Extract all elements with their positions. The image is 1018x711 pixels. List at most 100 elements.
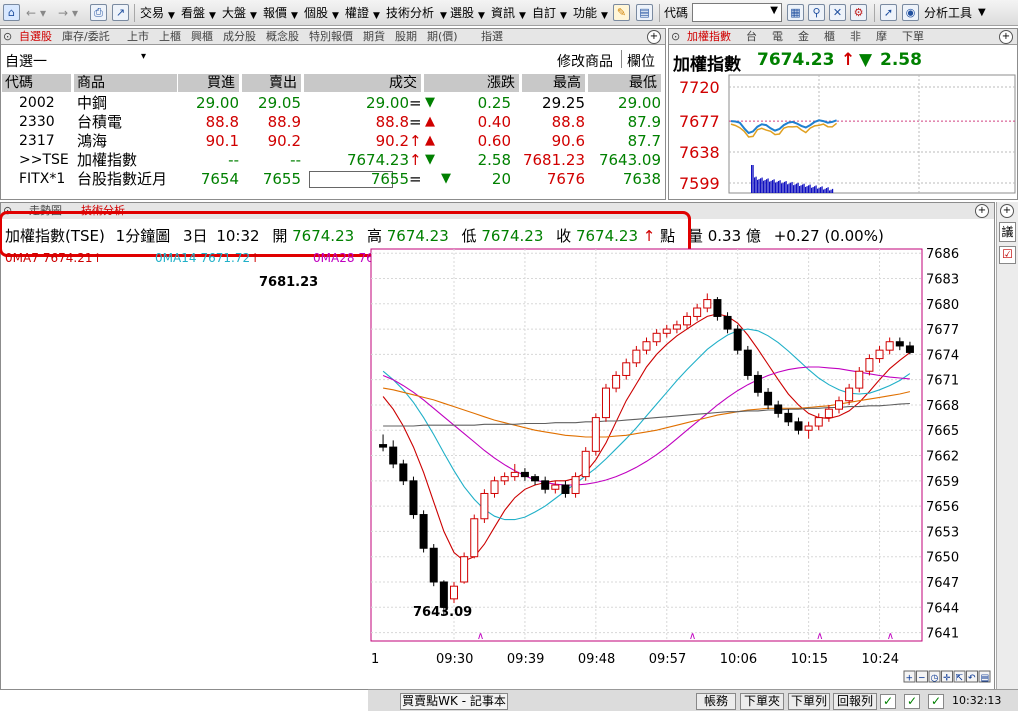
notepad-icon[interactable]: ▤ [636, 4, 653, 21]
tab-mini-2[interactable]: 電 [772, 30, 783, 45]
status-button-1[interactable]: 下單夾 [740, 693, 784, 710]
candle[interactable] [480, 489, 489, 523]
watchlist-row[interactable]: >>TSE 加權指數 -- -- 7674.23 ↑ ▼ 2.58 7681.23 7643.09 [1, 151, 665, 170]
tab-mini-6[interactable]: 摩 [876, 30, 887, 45]
menu-6[interactable]: 技術分析 [386, 5, 434, 21]
tab-watchlist-3[interactable]: 上櫃 [159, 30, 181, 45]
candle[interactable] [733, 324, 742, 355]
tab-watchlist-11[interactable]: 指選 [481, 30, 503, 45]
candle[interactable] [409, 476, 418, 519]
tab-watchlist-6[interactable]: 概念股 [266, 30, 299, 45]
column-header[interactable]: 代碼 [2, 74, 71, 92]
candle[interactable] [591, 413, 600, 456]
tab-mini-7[interactable]: 下單 [902, 30, 924, 45]
status-button-3[interactable]: 回報列 [833, 693, 877, 710]
search-icon[interactable]: ⚲ [808, 4, 825, 21]
column-header[interactable]: 賣出 [242, 74, 301, 92]
tab-mini-0[interactable]: 加權指數 [687, 30, 731, 45]
alert-icon[interactable]: ⚙ [850, 4, 867, 21]
status-check-3[interactable]: ✓ [928, 694, 944, 709]
quote-board-icon[interactable]: ▦ [787, 4, 804, 21]
tab-watchlist-9[interactable]: 股期 [395, 30, 417, 45]
mini-volume-bar [815, 185, 817, 193]
back-dropdown-icon[interactable]: ▾ [40, 5, 46, 21]
candle[interactable] [571, 472, 580, 498]
tab-watchlist-4[interactable]: 興櫃 [191, 30, 213, 45]
back-arrow-icon[interactable]: ← [26, 5, 36, 21]
candle[interactable] [601, 383, 610, 422]
popout-icon[interactable]: ↗ [112, 4, 129, 21]
zoom-icon[interactable]: + [1000, 204, 1014, 218]
modify-items-button[interactable]: 修改商品 [557, 51, 613, 71]
mini-volume-bar [796, 183, 798, 193]
column-header[interactable]: 最低 [588, 74, 661, 92]
taskbar-notepad-item[interactable]: 買賣點WK - 記事本 [400, 693, 508, 710]
status-button-2[interactable]: 下單列 [788, 693, 830, 710]
candle[interactable] [419, 510, 428, 553]
tab-mini-5[interactable]: 非 [850, 30, 861, 45]
zoom-icon[interactable]: + [975, 204, 989, 218]
checklist-icon[interactable]: ☑ [999, 246, 1016, 264]
candle[interactable] [460, 552, 469, 584]
forward-arrow-icon[interactable]: → [58, 5, 68, 21]
tab-mini-1[interactable]: 台 [746, 30, 757, 45]
column-header[interactable]: 成交 [304, 74, 421, 92]
candle[interactable] [743, 345, 752, 380]
column-header[interactable]: 漲跌 [424, 74, 519, 92]
tab-watchlist-1[interactable]: 庫存/委託 [62, 30, 110, 45]
panel-menu-icon[interactable]: ⊙ [671, 30, 680, 45]
zoom-icon[interactable]: + [999, 30, 1013, 44]
tab-watchlist-5[interactable]: 成分股 [223, 30, 256, 45]
candle[interactable] [581, 447, 590, 481]
watchlist-row[interactable]: 2002 中鋼 29.00 29.05 29.00 = ▼ 0.25 29.25 29.00 [1, 94, 665, 113]
candle[interactable] [855, 367, 864, 393]
tab-mini-3[interactable]: 金 [798, 30, 809, 45]
column-header[interactable]: 最高 [522, 74, 585, 92]
menu-3[interactable]: 報價 [263, 5, 287, 21]
forward-dropdown-icon[interactable]: ▾ [72, 5, 78, 21]
home-icon[interactable]: ⌂ [3, 4, 20, 21]
status-check-1[interactable]: ✓ [880, 694, 896, 709]
panel-menu-icon[interactable]: ⊙ [3, 30, 12, 45]
candle[interactable] [429, 544, 438, 587]
menu-1[interactable]: 看盤 [181, 5, 205, 21]
code-input[interactable]: ▼ [692, 3, 782, 22]
menu-7[interactable]: 選股 [450, 5, 474, 21]
candlestick-chart[interactable]: 7686 7683 7680 7677 7674 7671 7668 7665 7662 7659… [369, 247, 994, 689]
analysis-tool-icon[interactable]: ◉ [902, 4, 919, 21]
watchlist-row[interactable]: FITX*1 台股指數近月 7654 7655 7655 = ▼ 20 7676 7638 [1, 170, 665, 189]
menu-5[interactable]: 權證 [345, 5, 369, 21]
menu-2[interactable]: 大盤 [222, 5, 246, 21]
zoom-icon[interactable]: + [647, 30, 661, 44]
column-header[interactable]: 買進 [178, 74, 239, 92]
analysis-tool-menu[interactable]: 分析工具 [924, 5, 972, 21]
watchlist-row[interactable]: 2317 鴻海 90.1 90.2 90.2 ↑ ▲ 0.60 90.6 87.7 [1, 132, 665, 151]
candle[interactable] [753, 371, 762, 397]
tab-watchlist-8[interactable]: 期貨 [363, 30, 385, 45]
mini-volume-bar [752, 165, 754, 193]
pen-icon[interactable]: ✎ [613, 4, 630, 21]
cursor-icon[interactable]: ➚ [880, 4, 897, 21]
chevron-down-icon[interactable]: ▼ [978, 5, 986, 21]
tab-watchlist-2[interactable]: 上市 [127, 30, 149, 45]
candle[interactable] [399, 459, 408, 486]
column-header[interactable]: 商品 [74, 74, 177, 92]
tab-watchlist-7[interactable]: 特別報價 [309, 30, 353, 45]
status-button-0[interactable]: 帳務 [696, 693, 736, 710]
menu-9[interactable]: 自訂 [532, 5, 556, 21]
menu-0[interactable]: 交易 [140, 5, 164, 21]
status-check-2[interactable]: ✓ [904, 694, 920, 709]
print-icon[interactable]: ⎙ [90, 4, 107, 21]
menu-10[interactable]: 功能 [573, 5, 597, 21]
columns-button[interactable]: 欄位 [627, 51, 655, 71]
tab-watchlist-10[interactable]: 期(價) [427, 30, 458, 45]
candle[interactable] [470, 514, 479, 559]
filter-icon[interactable]: ✕ [829, 4, 846, 21]
menu-4[interactable]: 個股 [304, 5, 328, 21]
tab-mini-4[interactable]: 櫃 [824, 30, 835, 45]
side-tab-button[interactable]: 議 [999, 222, 1016, 242]
watchlist-row[interactable]: 2330 台積電 88.8 88.9 88.8 = ▲ 0.40 88.8 87.9 [1, 113, 665, 132]
group-select[interactable]: 自選一 ▾ [5, 51, 146, 71]
tab-watchlist-0[interactable]: 自選股 [19, 30, 52, 45]
menu-8[interactable]: 資訊 [491, 5, 515, 21]
